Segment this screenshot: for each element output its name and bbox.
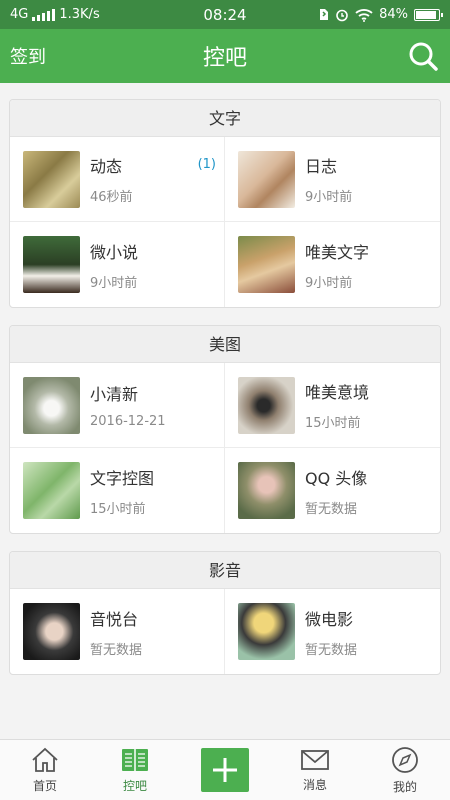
- compass-icon: [392, 747, 418, 773]
- item-name: 动态: [90, 157, 123, 176]
- weidianying-thumbnail: [238, 603, 295, 660]
- list-item-rizhi[interactable]: 日志 9小时前: [225, 137, 440, 222]
- item-time: 46秒前: [90, 190, 133, 205]
- list-item-weidianying[interactable]: 微电影 暂无数据: [225, 589, 440, 674]
- weixiaoshuo-thumbnail: [23, 236, 80, 293]
- item-name: QQ 头像: [305, 468, 368, 488]
- nav-home-label: 首页: [32, 779, 57, 793]
- nav-mine-label: 我的: [392, 780, 417, 794]
- status-left: 4G 1.3K/s: [10, 7, 170, 22]
- item-name: 微电影: [305, 609, 354, 629]
- rizhi-thumbnail: [238, 150, 295, 208]
- main-content: 文字 动态 46秒前 (1) 日志 9小时前 微小说 9小时前 唯美文字 9小时…: [0, 83, 450, 739]
- item-time: 9小时前: [90, 275, 138, 291]
- yinyuetai-thumbnail: [23, 603, 80, 660]
- nav-kongba[interactable]: 控吧: [90, 740, 180, 800]
- section-title: 美图: [10, 326, 440, 363]
- item-name: 小清新: [90, 385, 139, 404]
- item-name: 唯美意境: [305, 383, 370, 402]
- bottom-nav: 首页 控吧 消息 我的: [0, 739, 450, 800]
- nav-kongba-label: 控吧: [122, 779, 147, 793]
- item-time: 暂无数据: [305, 501, 358, 517]
- network-speed: 1.3K/s: [59, 7, 100, 22]
- item-name: 文字控图: [90, 468, 155, 488]
- list-item-yinyuetai[interactable]: 音悦台 暂无数据: [10, 589, 225, 674]
- item-name: 音悦台: [90, 609, 139, 629]
- list-item-dongtai[interactable]: 动态 46秒前 (1): [10, 137, 225, 222]
- add-button[interactable]: [201, 748, 249, 792]
- item-time: 暂无数据: [305, 642, 358, 658]
- plus-icon: [213, 758, 237, 782]
- xiaoqingxin-thumbnail: [23, 376, 80, 434]
- list-item-xiaoqingxin[interactable]: 小清新 2016-12-21: [10, 363, 225, 448]
- checkin-button[interactable]: 签到: [10, 43, 46, 69]
- search-icon[interactable]: [408, 41, 438, 71]
- signal-icon: [32, 8, 56, 21]
- list-item-weixiaoshuo[interactable]: 微小说 9小时前: [10, 222, 225, 307]
- page-title: 控吧: [202, 46, 247, 71]
- list-item-weimei-yijing[interactable]: 唯美意境 15小时前: [225, 363, 440, 448]
- section-text: 文字 动态 46秒前 (1) 日志 9小时前 微小说 9小时前 唯美文字 9小时…: [9, 99, 441, 308]
- wenzi-kongtu-thumbnail: [23, 462, 80, 519]
- item-name: 微小说: [90, 242, 139, 262]
- section-images: 美图 小清新 2016-12-21 唯美意境 15小时前 文字控图 15小时前 …: [9, 325, 441, 534]
- item-time: 15小时前: [305, 416, 361, 431]
- sim-icon: [320, 9, 329, 20]
- list-item-weimei-wenzi[interactable]: 唯美文字 9小时前: [225, 222, 440, 307]
- battery-icon: [414, 8, 443, 21]
- book-icon: [122, 749, 148, 771]
- alarm-icon: [336, 9, 348, 21]
- wifi-icon: [355, 8, 373, 22]
- nav-home[interactable]: 首页: [0, 740, 90, 800]
- status-bar: 4G 1.3K/s 08:24 84%: [0, 0, 450, 29]
- new-count-badge: (1): [197, 157, 216, 172]
- home-icon: [32, 747, 58, 772]
- clock: 08:24: [203, 5, 247, 24]
- item-time: 9小时前: [305, 190, 353, 205]
- nav-add[interactable]: [180, 740, 270, 800]
- item-time: 9小时前: [305, 275, 353, 291]
- nav-messages[interactable]: 消息: [270, 740, 360, 800]
- qq-touxiang-thumbnail: [238, 462, 295, 519]
- section-media: 影音 音悦台 暂无数据 微电影 暂无数据: [9, 551, 441, 675]
- list-item-qq-touxiang[interactable]: QQ 头像 暂无数据: [225, 448, 440, 533]
- weimei-yijing-thumbnail: [238, 376, 295, 434]
- weimei-wenzi-thumbnail: [238, 236, 295, 293]
- nav-mine[interactable]: 我的: [360, 740, 450, 800]
- item-name: 日志: [305, 157, 338, 176]
- battery-percent: 84%: [379, 7, 408, 22]
- status-right: 84%: [280, 7, 443, 22]
- mail-icon: [301, 750, 329, 770]
- nav-messages-label: 消息: [302, 778, 327, 792]
- battery-level: [416, 10, 437, 19]
- item-name: 唯美文字: [305, 242, 370, 262]
- network-type: 4G: [10, 7, 29, 22]
- item-time: 2016-12-21: [90, 414, 166, 429]
- dongtai-thumbnail: [23, 150, 80, 208]
- item-time: 暂无数据: [90, 642, 143, 658]
- item-time: 15小时前: [90, 501, 146, 517]
- section-title: 影音: [10, 552, 440, 589]
- section-title: 文字: [10, 100, 440, 137]
- list-item-wenzi-kongtu[interactable]: 文字控图 15小时前: [10, 448, 225, 533]
- app-header: 签到 控吧: [0, 29, 450, 83]
